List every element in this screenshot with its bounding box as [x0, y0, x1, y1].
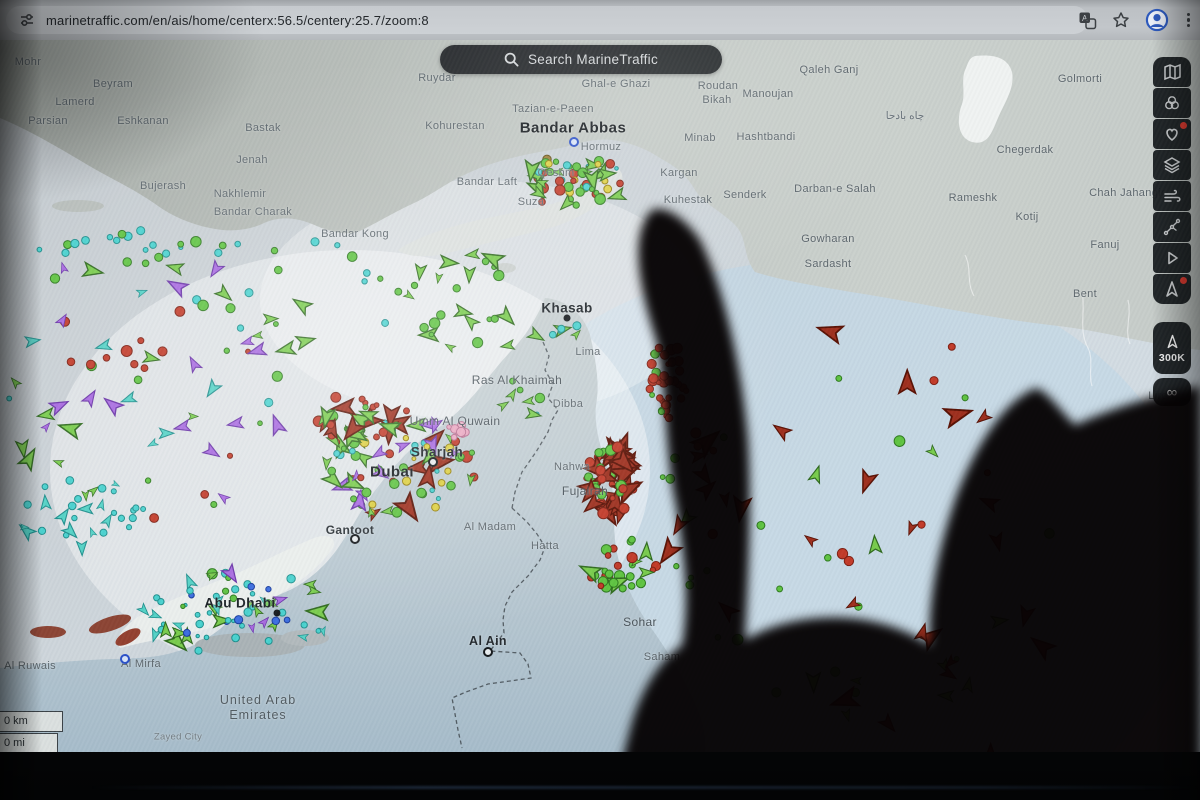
- url-bar[interactable]: marinetraffic.com/en/ais/home/centerx:56…: [6, 6, 1088, 34]
- map-canvas[interactable]: MohrBeyramLamerdParsianEshkananBastakJen…: [0, 0, 1200, 800]
- bookmark-star-icon[interactable]: [1111, 10, 1131, 30]
- screen-photo: MohrBeyramLamerdParsianEshkananBastakJen…: [0, 0, 1200, 800]
- svg-text:A: A: [1082, 13, 1088, 22]
- browser-toolbar: marinetraffic.com/en/ais/home/centerx:56…: [0, 0, 1200, 40]
- translate-icon[interactable]: A: [1078, 11, 1097, 30]
- url-text[interactable]: marinetraffic.com/en/ais/home/centerx:56…: [46, 13, 429, 28]
- site-settings-icon[interactable]: [18, 11, 36, 29]
- browser-menu-icon[interactable]: [1183, 13, 1194, 28]
- profile-avatar[interactable]: [1145, 8, 1169, 32]
- monitor-bezel: [0, 752, 1200, 800]
- browser-actions: A: [1078, 5, 1194, 35]
- hand-silhouette: [0, 0, 1200, 800]
- bezel-reflection: [90, 786, 1200, 789]
